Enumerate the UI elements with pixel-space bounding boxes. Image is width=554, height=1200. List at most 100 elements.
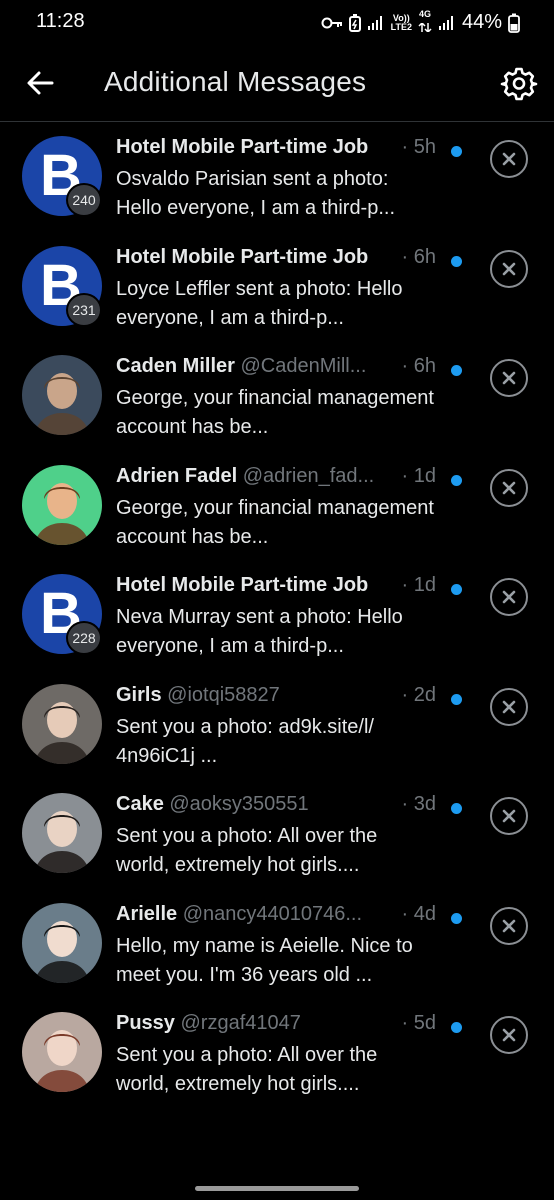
row-header: Hotel Mobile Part-time Job · 5h bbox=[116, 136, 436, 164]
sender-name: Adrien Fadel bbox=[116, 464, 238, 487]
dot-separator: · bbox=[401, 1012, 414, 1034]
row-header: Hotel Mobile Part-time Job · 1d bbox=[116, 574, 436, 602]
header-divider bbox=[0, 121, 554, 122]
dot-separator: · bbox=[401, 902, 414, 925]
unread-dot bbox=[451, 255, 462, 267]
timestamp-group: · 6h bbox=[397, 355, 436, 378]
close-icon bbox=[502, 481, 516, 494]
message-preview: Sent you a photo: All over the world, ex… bbox=[116, 825, 378, 876]
gear-icon bbox=[500, 67, 538, 101]
close-icon bbox=[502, 919, 516, 932]
avatar[interactable] bbox=[22, 464, 102, 545]
profile-photo bbox=[22, 902, 102, 983]
timestamp: 6h bbox=[413, 355, 436, 377]
timestamp: 1d bbox=[413, 464, 436, 487]
unread-dot bbox=[451, 146, 462, 157]
sender-name: Cake bbox=[116, 793, 164, 815]
unread-dot bbox=[451, 912, 462, 924]
dismiss-button[interactable] bbox=[490, 249, 528, 288]
timestamp-group: · 1d bbox=[397, 574, 436, 597]
timestamp-group: · 6h bbox=[397, 245, 436, 269]
message-preview: Neva Murray sent a photo: Hello everyone… bbox=[116, 606, 403, 657]
unread-dot bbox=[451, 803, 462, 814]
message-row[interactable]: Cake @aoksy350551 · 3d Sent you a photo: … bbox=[0, 781, 554, 891]
battery-icon bbox=[508, 13, 520, 33]
page-title: Additional Messages bbox=[104, 66, 367, 97]
unread-dot bbox=[451, 693, 462, 705]
timestamp: 5d bbox=[413, 1012, 436, 1034]
row-header: Adrien Fadel @adrien_fad... · 1d bbox=[116, 464, 436, 493]
avatar[interactable] bbox=[22, 355, 102, 435]
timestamp-group: · 5d bbox=[397, 1012, 436, 1035]
sender-handle: @aoksy350551 bbox=[169, 793, 309, 815]
message-preview: George, your financial management accoun… bbox=[116, 496, 434, 548]
message-preview: Sent you a photo: All over the world, ex… bbox=[116, 1044, 378, 1095]
message-preview: Loyce Leffler sent a photo: Hello everyo… bbox=[116, 277, 403, 329]
unread-dot bbox=[451, 584, 462, 595]
data-arrows-icon bbox=[418, 21, 432, 34]
row-header: Girls @iotqi58827 · 2d bbox=[116, 683, 436, 712]
message-row[interactable]: Pussy @rzgaf41047 · 5d Sent you a photo: … bbox=[0, 1000, 554, 1110]
avatar[interactable] bbox=[22, 793, 102, 873]
dismiss-button[interactable] bbox=[490, 797, 528, 835]
message-row[interactable]: Adrien Fadel @adrien_fad... · 1d George, … bbox=[0, 453, 554, 563]
message-row[interactable]: B 231 Hotel Mobile Part-time Job · 6h Loyce… bbox=[0, 234, 554, 344]
timestamp-group: · 2d bbox=[397, 683, 436, 707]
row-header: Pussy @rzgaf41047 · 5d bbox=[116, 1012, 436, 1040]
dismiss-button[interactable] bbox=[490, 578, 528, 616]
home-indicator[interactable] bbox=[195, 1186, 359, 1191]
timestamp-group: · 3d bbox=[397, 793, 436, 816]
message-row[interactable]: Arielle @nancy44010746... · 4d Hello, my … bbox=[0, 891, 554, 1001]
message-row[interactable]: Girls @iotqi58827 · 2d Sent you a photo: … bbox=[0, 672, 554, 782]
close-icon bbox=[502, 809, 516, 823]
message-row[interactable]: B 228 Hotel Mobile Part-time Job · 1d Neva … bbox=[0, 562, 554, 672]
sender-handle: @rzgaf41047 bbox=[180, 1012, 301, 1034]
dismiss-button[interactable] bbox=[490, 687, 528, 726]
sender-name: Pussy bbox=[116, 1012, 175, 1034]
timestamp: 2d bbox=[413, 683, 436, 706]
message-request-list: B 240 Hotel Mobile Part-time Job · 5h Osval… bbox=[0, 124, 554, 1110]
key-icon bbox=[321, 17, 342, 28]
message-row[interactable]: B 240 Hotel Mobile Part-time Job · 5h Osval… bbox=[0, 124, 554, 234]
dismiss-button[interactable] bbox=[490, 468, 528, 507]
message-row[interactable]: Caden Miller @CadenMill... · 6h George, y… bbox=[0, 343, 554, 453]
sender-handle: @iotqi58827 bbox=[167, 683, 280, 706]
dot-separator: · bbox=[401, 245, 414, 268]
row-header: Hotel Mobile Part-time Job · 6h bbox=[116, 245, 436, 274]
volte-label: Vo)) LTE2 bbox=[390, 12, 412, 32]
avatar[interactable] bbox=[22, 1012, 102, 1092]
close-icon bbox=[502, 152, 516, 166]
status-bar: 11:28 Vo)) LTE2 4G 44% bbox=[0, 0, 554, 44]
unread-dot bbox=[451, 365, 462, 376]
row-header: Cake @aoksy350551 · 3d bbox=[116, 793, 436, 821]
dismiss-button[interactable] bbox=[490, 140, 528, 178]
avatar[interactable] bbox=[22, 683, 102, 764]
message-preview: Hello, my name is Aeielle. Nice to meet … bbox=[116, 934, 413, 986]
dismiss-button[interactable] bbox=[490, 1016, 528, 1054]
status-time: 11:28 bbox=[36, 10, 85, 32]
sender-name: Hotel Mobile Part-time Job bbox=[116, 574, 369, 596]
timestamp: 6h bbox=[413, 245, 436, 268]
back-button[interactable] bbox=[24, 66, 58, 100]
avatar[interactable] bbox=[22, 902, 102, 983]
unread-dot bbox=[451, 1022, 462, 1033]
dismiss-button[interactable] bbox=[490, 906, 528, 945]
timestamp: 5h bbox=[413, 136, 436, 158]
sender-name: Hotel Mobile Part-time Job bbox=[116, 245, 369, 268]
dismiss-button[interactable] bbox=[490, 359, 528, 397]
status-icons: Vo)) LTE2 4G 44% bbox=[321, 10, 520, 35]
message-preview: Osvaldo Parisian sent a photo: Hello eve… bbox=[116, 168, 396, 219]
sender-name: Hotel Mobile Part-time Job bbox=[116, 136, 369, 158]
timestamp-group: · 4d bbox=[397, 902, 436, 926]
profile-photo bbox=[22, 464, 102, 545]
sender-name: Caden Miller bbox=[116, 355, 235, 377]
signal-icon bbox=[367, 15, 382, 30]
dot-separator: · bbox=[401, 574, 414, 596]
settings-button[interactable] bbox=[500, 64, 538, 102]
signal-icon-2 bbox=[438, 15, 453, 30]
timestamp: 4d bbox=[413, 902, 436, 925]
battery-saver-icon bbox=[348, 13, 361, 32]
timestamp: 1d bbox=[413, 574, 436, 596]
close-icon bbox=[502, 1028, 516, 1042]
profile-photo bbox=[22, 1012, 102, 1092]
